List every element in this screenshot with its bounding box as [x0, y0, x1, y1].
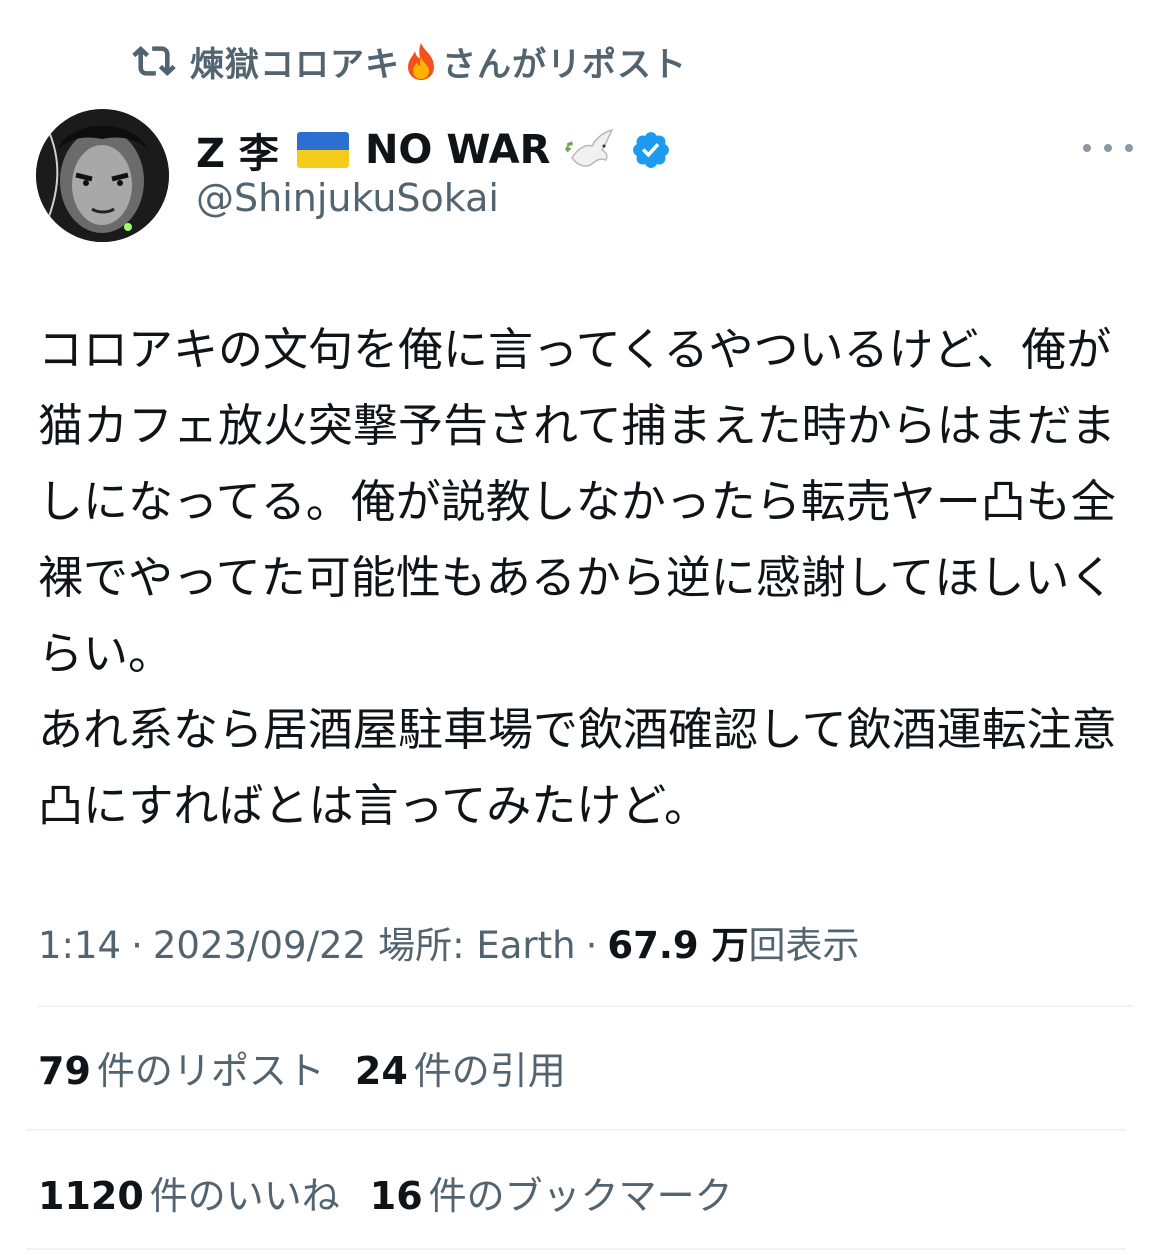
bookmarks-count: 16	[369, 1174, 423, 1218]
meta-separator-2: ·	[585, 924, 598, 967]
divider	[26, 1248, 1126, 1250]
tweet-location: 場所: Earth	[378, 924, 576, 967]
stats-row-1: 79 件のリポスト 24 件の引用	[38, 1040, 596, 1095]
quotes-count: 24	[354, 1049, 408, 1093]
repost-banner[interactable]: 煉獄コロアキ さんがリポスト	[132, 36, 687, 86]
likes-stat[interactable]: 1120 件のいいね	[38, 1165, 340, 1220]
retweet-icon	[132, 39, 176, 83]
repost-suffix: さんがリポスト	[442, 44, 687, 85]
reposts-count: 79	[38, 1049, 91, 1093]
divider	[38, 1005, 1133, 1007]
author-handle[interactable]: @ShinjukuSokai	[196, 176, 499, 220]
views-label: 回表示	[748, 924, 860, 967]
reposter-name[interactable]: 煉獄コロアキ	[190, 37, 400, 86]
fire-icon	[404, 41, 438, 81]
author-name-suffix[interactable]: NO WAR	[365, 127, 551, 173]
reposts-label: 件のリポスト	[96, 1049, 325, 1093]
dove-icon	[562, 122, 618, 178]
tweet-text: コロアキの文句を俺に言ってくるやついるけど、俺が猫カフェ放火突撃予告されて捕まえ…	[38, 323, 1117, 832]
views-count: 67.9 万	[607, 924, 749, 967]
likes-count: 1120	[38, 1174, 144, 1218]
verified-badge-icon[interactable]	[630, 129, 672, 171]
bookmarks-label: 件のブックマーク	[428, 1174, 733, 1218]
author-name-row[interactable]: Z 李 NO WAR	[196, 122, 672, 178]
likes-label: 件のいいね	[149, 1174, 340, 1218]
quotes-label: 件の引用	[413, 1049, 566, 1093]
avatar[interactable]	[36, 109, 169, 242]
tweet-date[interactable]: 2023/09/22	[153, 924, 366, 967]
quotes-stat[interactable]: 24 件の引用	[355, 1040, 566, 1095]
bookmarks-stat[interactable]: 16 件のブックマーク	[370, 1165, 733, 1220]
divider	[26, 1129, 1126, 1131]
author-display-name[interactable]: Z 李	[196, 121, 279, 179]
tweet-time[interactable]: 1:14	[38, 924, 121, 967]
more-icon[interactable]	[1083, 130, 1133, 166]
stats-row-2: 1120 件のいいね 16 件のブックマーク	[38, 1165, 763, 1220]
reposts-stat[interactable]: 79 件のリポスト	[38, 1040, 325, 1095]
ukraine-flag-icon	[296, 132, 349, 168]
meta-separator: ·	[131, 924, 143, 967]
tweet-meta: 1:14 · 2023/09/22 場所: Earth · 67.9 万 回表示	[38, 915, 860, 969]
